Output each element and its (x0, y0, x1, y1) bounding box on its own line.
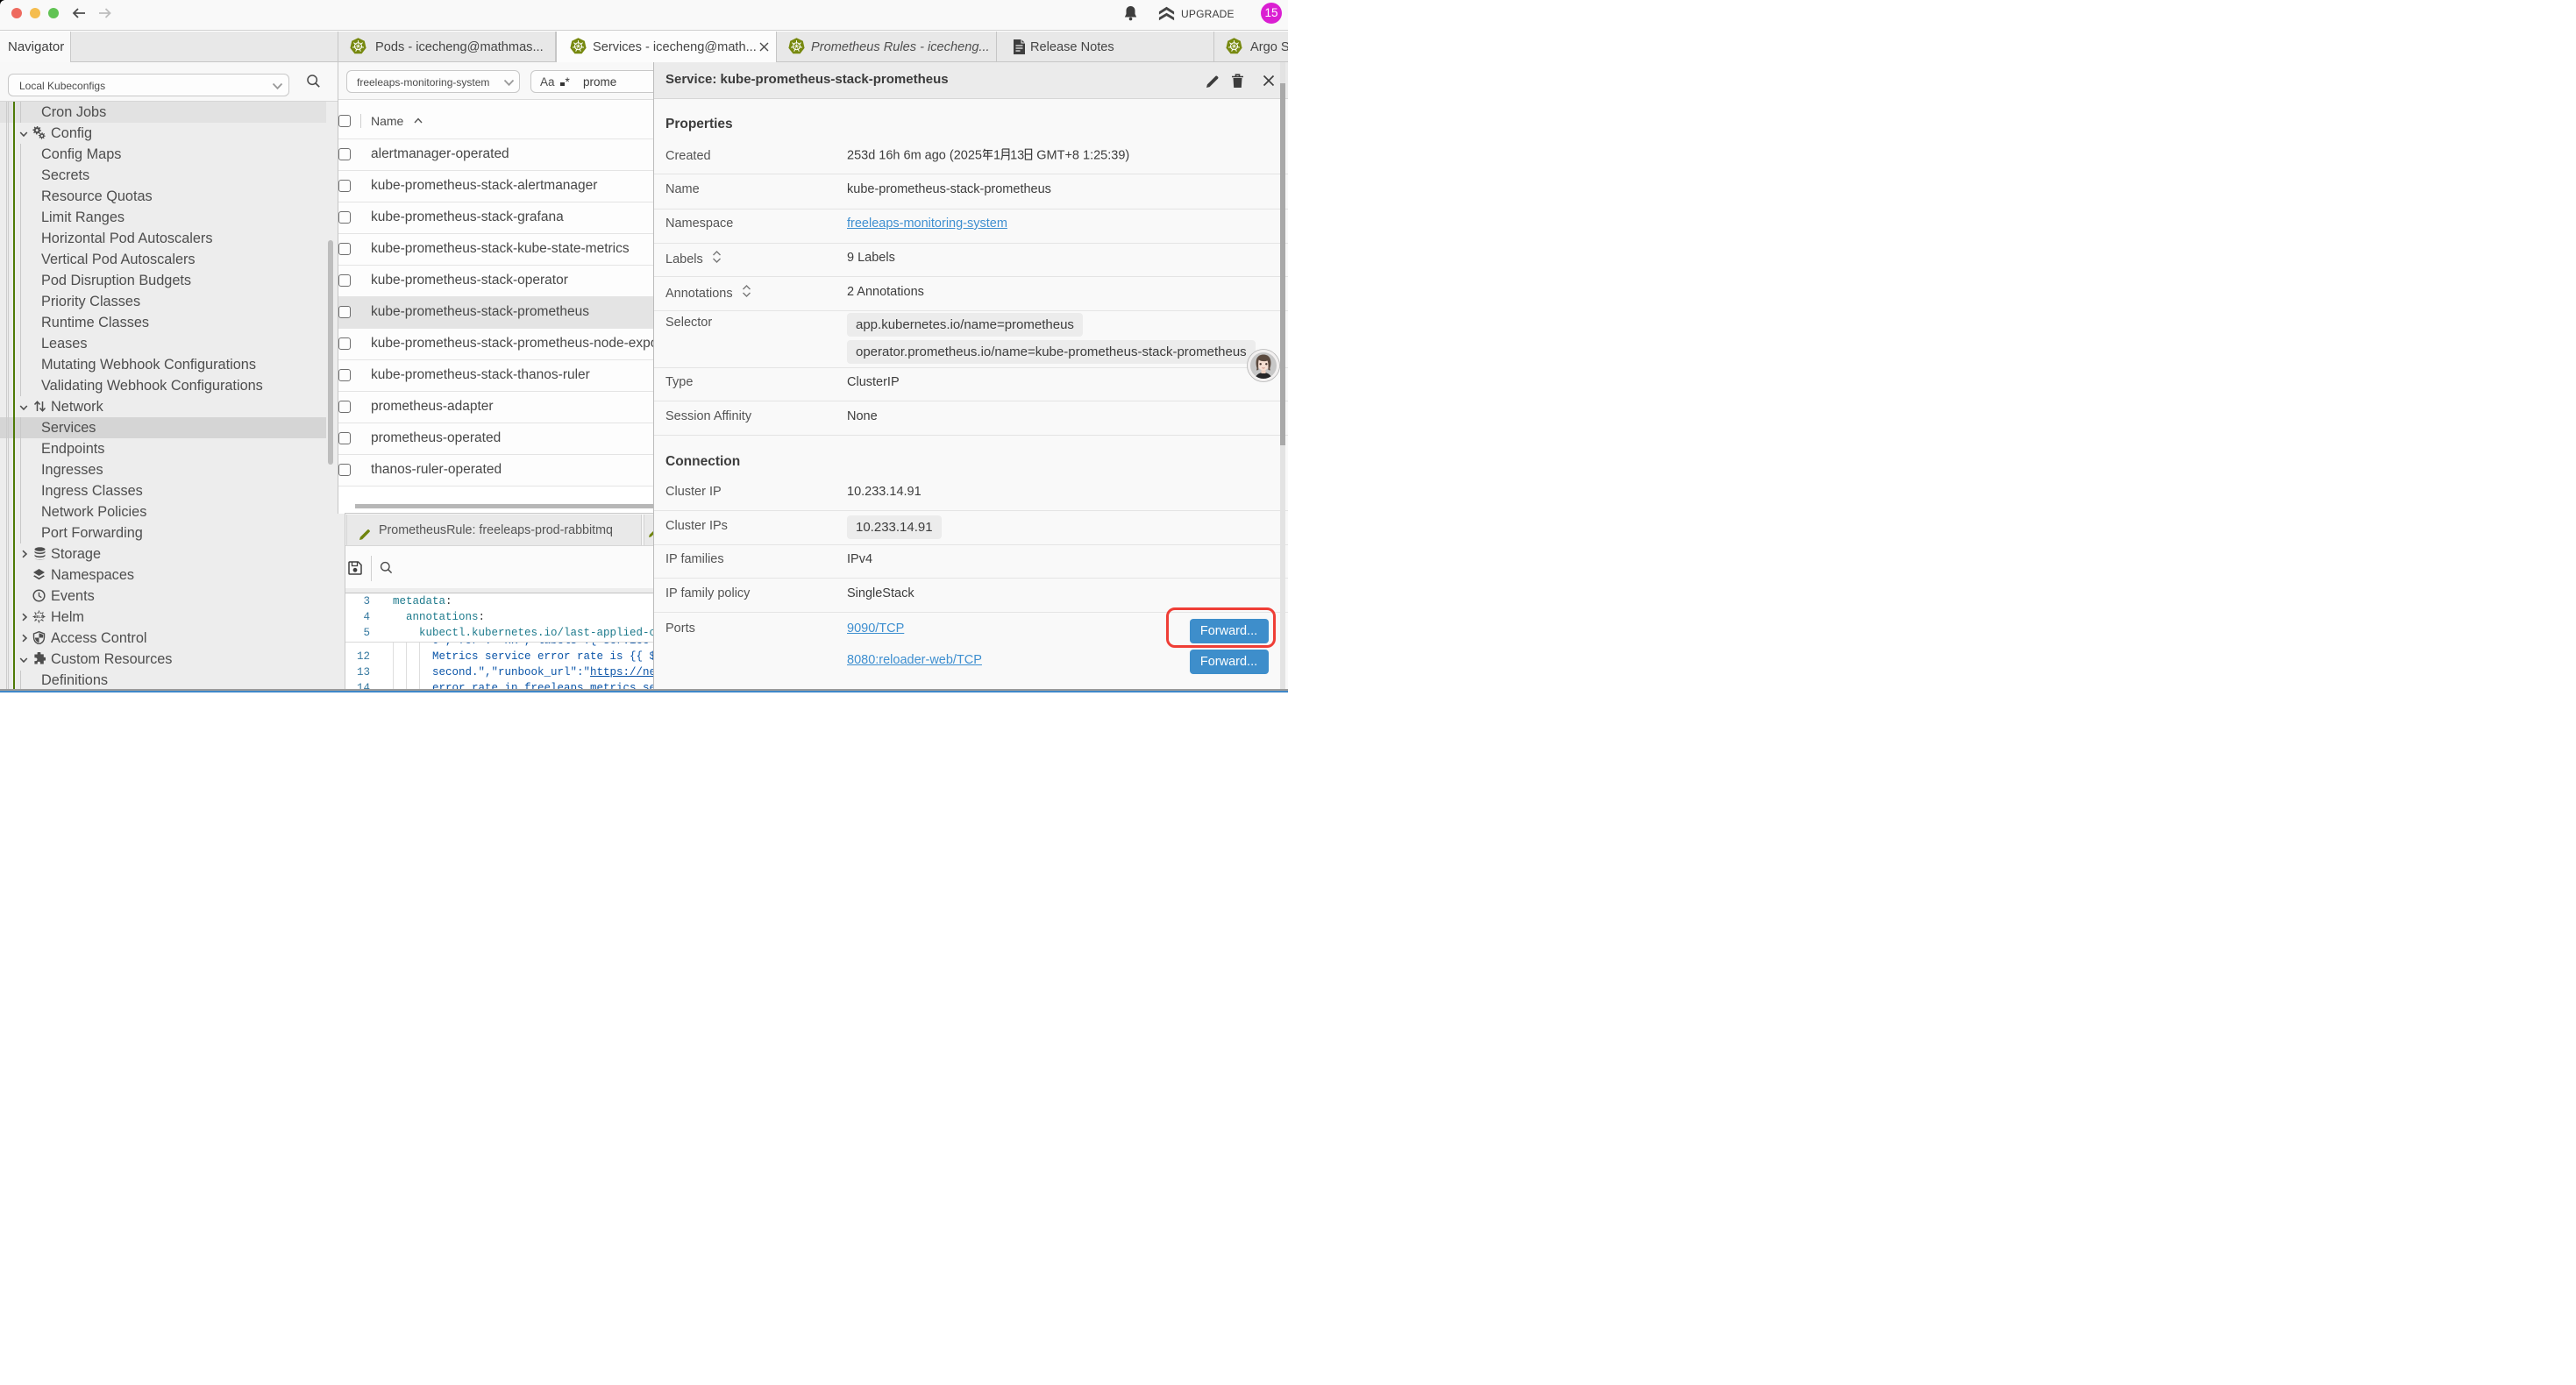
svg-text:HELM: HELM (34, 614, 45, 619)
